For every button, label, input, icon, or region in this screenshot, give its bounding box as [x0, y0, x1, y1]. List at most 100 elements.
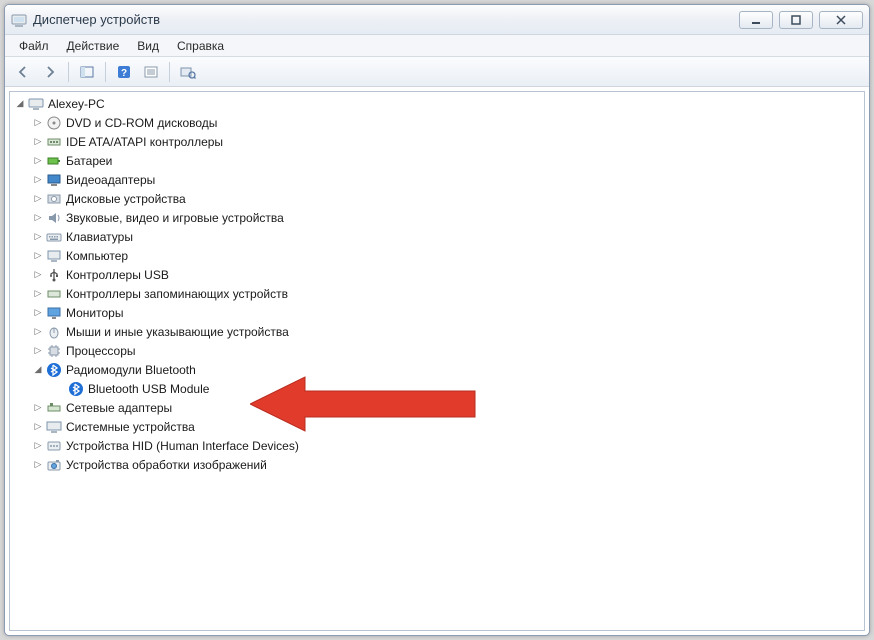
expand-icon[interactable]: ▷ — [32, 212, 44, 224]
expand-icon[interactable]: ▷ — [32, 459, 44, 471]
tree-item-mouse[interactable]: ▷ Мыши и иные указывающие устройства — [10, 322, 864, 341]
tree-item-bluetooth-module[interactable]: Bluetooth USB Module — [10, 379, 864, 398]
tree-label: Компьютер — [66, 249, 128, 263]
expand-icon[interactable]: ▷ — [32, 326, 44, 338]
dvd-drive-icon — [46, 115, 62, 131]
menu-file[interactable]: Файл — [11, 37, 57, 55]
window-controls — [739, 11, 863, 29]
network-adapter-icon — [46, 400, 62, 416]
expand-icon[interactable]: ▷ — [32, 117, 44, 129]
expand-icon[interactable]: ▷ — [32, 402, 44, 414]
tree-root[interactable]: ◢ Alexey-PC — [10, 94, 864, 113]
system-device-icon — [46, 419, 62, 435]
help-button[interactable]: ? — [112, 60, 136, 84]
expand-icon[interactable]: ▷ — [32, 250, 44, 262]
tree-item-imaging[interactable]: ▷ Устройства обработки изображений — [10, 455, 864, 474]
expand-icon[interactable]: ▷ — [32, 288, 44, 300]
tree-item-dvd[interactable]: ▷ DVD и CD-ROM дисководы — [10, 113, 864, 132]
expand-icon[interactable]: ▷ — [32, 307, 44, 319]
expand-icon[interactable]: ▷ — [32, 440, 44, 452]
keyboard-icon — [46, 229, 62, 245]
tree-label: Радиомодули Bluetooth — [66, 363, 196, 377]
tree-item-storage[interactable]: ▷ Контроллеры запоминающих устройств — [10, 284, 864, 303]
titlebar: Диспетчер устройств — [5, 5, 869, 35]
expand-icon[interactable]: ▷ — [32, 269, 44, 281]
tree-item-monitor[interactable]: ▷ Мониторы — [10, 303, 864, 322]
expand-icon[interactable]: ▷ — [32, 136, 44, 148]
forward-button[interactable] — [38, 60, 62, 84]
properties-button[interactable] — [139, 60, 163, 84]
ide-controller-icon — [46, 134, 62, 150]
sound-icon — [46, 210, 62, 226]
computer-icon — [46, 248, 62, 264]
tree-item-cpu[interactable]: ▷ Процессоры — [10, 341, 864, 360]
tree-item-hid[interactable]: ▷ Устройства HID (Human Interface Device… — [10, 436, 864, 455]
toolbar-separator — [169, 62, 170, 82]
scan-hardware-button[interactable] — [176, 60, 200, 84]
computer-icon — [28, 96, 44, 112]
tree-label: Устройства HID (Human Interface Devices) — [66, 439, 299, 453]
tree-label: DVD и CD-ROM дисководы — [66, 116, 217, 130]
tree-item-battery[interactable]: ▷ Батареи — [10, 151, 864, 170]
disk-drive-icon — [46, 191, 62, 207]
display-adapter-icon — [46, 172, 62, 188]
tree-item-computer[interactable]: ▷ Компьютер — [10, 246, 864, 265]
expand-icon[interactable]: ▷ — [32, 155, 44, 167]
expand-icon[interactable]: ▷ — [32, 174, 44, 186]
tree-item-usb[interactable]: ▷ Контроллеры USB — [10, 265, 864, 284]
tree-item-keyboard[interactable]: ▷ Клавиатуры — [10, 227, 864, 246]
battery-icon — [46, 153, 62, 169]
expand-icon[interactable]: ▷ — [32, 231, 44, 243]
tree-item-disk[interactable]: ▷ Дисковые устройства — [10, 189, 864, 208]
toolbar: ? — [5, 57, 869, 87]
tree-label: Звуковые, видео и игровые устройства — [66, 211, 284, 225]
tree-item-system[interactable]: ▷ Системные устройства — [10, 417, 864, 436]
menu-help[interactable]: Справка — [169, 37, 232, 55]
tree-label: Bluetooth USB Module — [88, 382, 209, 396]
menu-view[interactable]: Вид — [129, 37, 167, 55]
tree-label: Сетевые адаптеры — [66, 401, 172, 415]
tree-label: Дисковые устройства — [66, 192, 186, 206]
tree-item-ide[interactable]: ▷ IDE ATA/ATAPI контроллеры — [10, 132, 864, 151]
tree-item-sound[interactable]: ▷ Звуковые, видео и игровые устройства — [10, 208, 864, 227]
maximize-button[interactable] — [779, 11, 813, 29]
svg-text:?: ? — [121, 68, 127, 79]
menu-action[interactable]: Действие — [59, 37, 128, 55]
tree-label: Клавиатуры — [66, 230, 133, 244]
tree-label: Батареи — [66, 154, 112, 168]
mouse-icon — [46, 324, 62, 340]
toolbar-separator — [105, 62, 106, 82]
close-button[interactable] — [819, 11, 863, 29]
tree-item-network[interactable]: ▷ Сетевые адаптеры — [10, 398, 864, 417]
window-title: Диспетчер устройств — [33, 12, 160, 27]
tree-label: Видеоадаптеры — [66, 173, 155, 187]
bluetooth-icon — [46, 362, 62, 378]
tree-label: Устройства обработки изображений — [66, 458, 267, 472]
show-hide-console-button[interactable] — [75, 60, 99, 84]
tree-item-display[interactable]: ▷ Видеоадаптеры — [10, 170, 864, 189]
tree-label: Системные устройства — [66, 420, 195, 434]
collapse-icon[interactable]: ◢ — [32, 364, 44, 376]
processor-icon — [46, 343, 62, 359]
expand-icon[interactable]: ▷ — [32, 193, 44, 205]
minimize-button[interactable] — [739, 11, 773, 29]
tree-label: Мониторы — [66, 306, 123, 320]
monitor-icon — [46, 305, 62, 321]
collapse-icon[interactable]: ◢ — [14, 98, 26, 110]
device-manager-window: Диспетчер устройств Файл Действие Вид Сп… — [4, 4, 870, 636]
device-tree[interactable]: ◢ Alexey-PC ▷ DVD и CD-ROM дисководы ▷ I… — [9, 91, 865, 631]
imaging-device-icon — [46, 457, 62, 473]
expand-icon[interactable]: ▷ — [32, 345, 44, 357]
expand-spacer — [54, 383, 66, 395]
tree-item-bluetooth[interactable]: ◢ Радиомодули Bluetooth — [10, 360, 864, 379]
app-icon — [11, 12, 27, 28]
menubar: Файл Действие Вид Справка — [5, 35, 869, 57]
tree-label: Процессоры — [66, 344, 136, 358]
tree-label: Контроллеры запоминающих устройств — [66, 287, 288, 301]
content-area: ◢ Alexey-PC ▷ DVD и CD-ROM дисководы ▷ I… — [5, 87, 869, 635]
expand-icon[interactable]: ▷ — [32, 421, 44, 433]
back-button[interactable] — [11, 60, 35, 84]
tree-label: Контроллеры USB — [66, 268, 169, 282]
bluetooth-device-icon — [68, 381, 84, 397]
tree-label: Мыши и иные указывающие устройства — [66, 325, 289, 339]
